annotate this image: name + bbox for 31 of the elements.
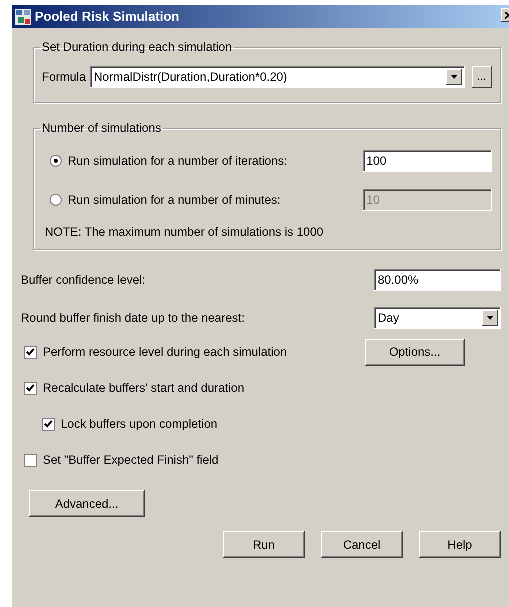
- formula-label: Formula: [42, 70, 86, 84]
- checkbox-label: Set "Buffer Expected Finish" field: [43, 453, 219, 467]
- confidence-field[interactable]: 80.00%: [374, 269, 501, 291]
- app-icon: [15, 8, 31, 24]
- advanced-button[interactable]: Advanced...: [29, 490, 145, 517]
- rounding-label: Round buffer finish date up to the nearest:: [21, 311, 245, 325]
- formula-dropdown[interactable]: NormalDistr(Duration,Duration*0.20): [90, 66, 465, 88]
- options-button[interactable]: Options...: [365, 338, 465, 366]
- window-title: Pooled Risk Simulation: [35, 9, 180, 24]
- checkbox-label: Recalculate buffers' start and duration: [43, 381, 245, 395]
- checkbox[interactable]: [24, 346, 37, 358]
- option-label: Run simulation for a number of minutes:: [68, 192, 282, 206]
- checkbox-label: Perform resource level during each simulation: [43, 345, 288, 359]
- checkbox[interactable]: [24, 382, 37, 394]
- checkbox-label: Lock buffers upon completion: [61, 417, 218, 431]
- checkbox[interactable]: [24, 454, 37, 466]
- checkbox[interactable]: [42, 418, 55, 430]
- group-title: Set Duration during each simulation: [41, 40, 234, 54]
- confidence-label: Buffer confidence level:: [21, 273, 146, 287]
- dialog-button[interactable]: Cancel: [321, 531, 403, 558]
- option-label: Run simulation for a number of iterations:: [68, 154, 288, 168]
- dropdown-arrow-icon: [450, 75, 458, 79]
- browse-button[interactable]: ...: [472, 66, 492, 88]
- dialog-button[interactable]: Help: [419, 531, 501, 558]
- radio-button[interactable]: [50, 154, 62, 166]
- rounding-dropdown[interactable]: Day: [374, 307, 501, 329]
- group-title: Number of simulations: [41, 121, 162, 135]
- note-text: NOTE: The maximum number of simulations is 1000: [45, 225, 325, 239]
- dropdown-arrow-icon: [486, 316, 494, 320]
- dialog-button[interactable]: Run: [223, 531, 305, 558]
- number-field[interactable]: 100: [362, 150, 492, 172]
